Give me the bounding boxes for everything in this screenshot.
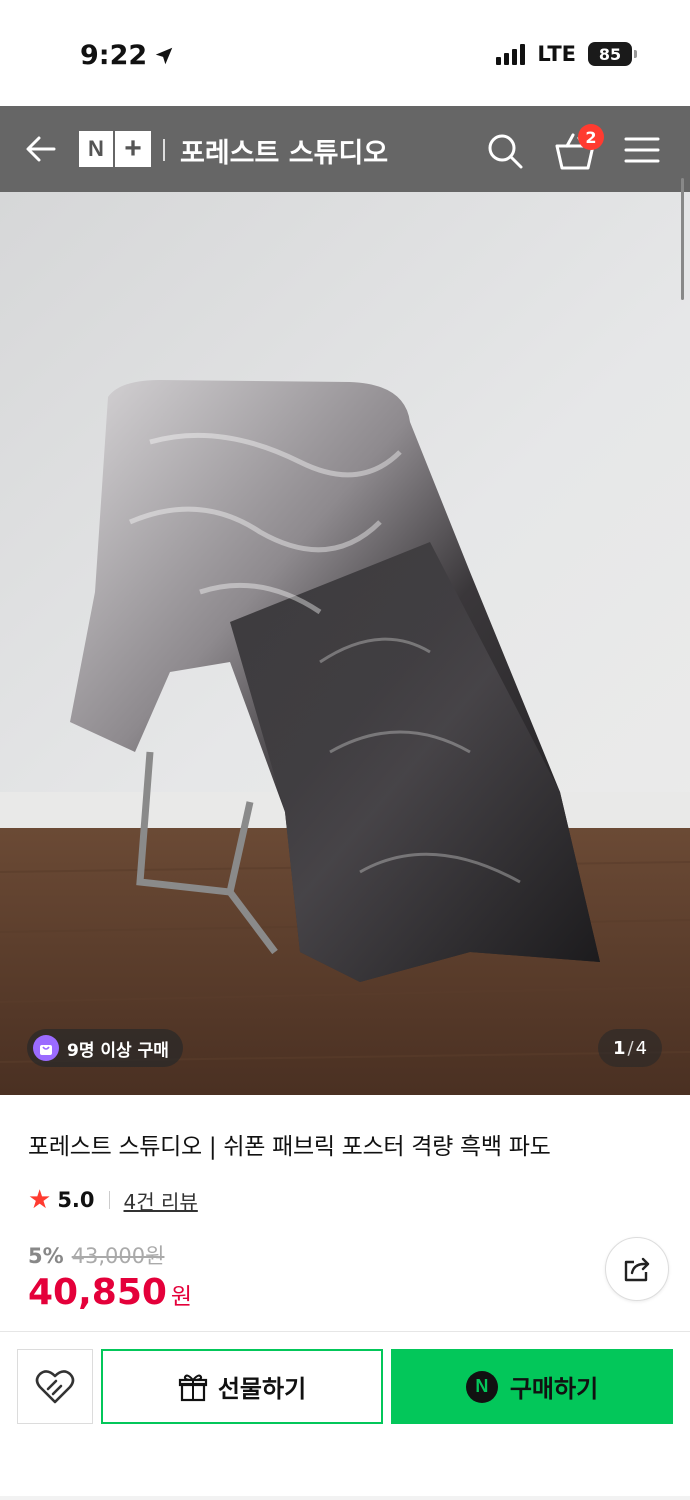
search-icon[interactable] [486,132,524,170]
price-row: 40,850 원 [28,1272,192,1313]
star-icon: ★ [28,1185,52,1215]
buy-button[interactable]: N 구매하기 [391,1349,673,1424]
rating-divider [108,1191,110,1209]
status-time: 9:22 [80,40,175,71]
discount-rate: 5% [28,1244,64,1268]
signal-icon [496,43,526,65]
store-name[interactable]: 포레스트 스튜디오 [180,131,388,170]
sale-price: 40,850 [28,1272,167,1313]
total-pages: 4 [635,1037,648,1059]
logo-n: N [79,131,113,167]
status-bar: 9:22 LTE 85 [0,0,690,106]
network-label: LTE [537,42,576,66]
home-indicator-area [0,1496,690,1500]
scrollbar[interactable] [681,178,684,300]
rating-row: ★ 5.0 4건 리뷰 [28,1185,198,1215]
product-image[interactable] [0,192,690,1095]
current-page: 1 [612,1037,626,1059]
gift-button[interactable]: 선물하기 [101,1349,383,1424]
header-divider [163,139,165,161]
discount-row: 5% 43,000원 [28,1240,164,1270]
heart-icon [35,1369,75,1403]
share-button[interactable] [605,1237,669,1301]
cart-count-badge: 2 [578,124,604,150]
bottom-divider [0,1331,690,1332]
logo-plus: + [115,131,151,167]
gift-button-label: 선물하기 [217,1375,307,1403]
image-page-indicator: 1/4 [598,1029,662,1067]
buyers-badge: 9명 이상 구매 [27,1029,183,1067]
gift-icon [178,1374,207,1401]
naver-plus-logo[interactable]: N + [79,131,151,167]
product-photo [0,192,690,1095]
price-unit: 원 [170,1284,193,1310]
product-title: 포레스트 스튜디오 | 쉬폰 패브릭 포스터 격량 흑백 파도 [28,1134,551,1160]
battery-level: 85 [598,44,622,64]
bag-icon [33,1035,59,1061]
wishlist-button[interactable] [17,1349,93,1424]
review-link[interactable]: 4건 리뷰 [124,1186,198,1215]
share-icon [624,1257,650,1282]
status-time-text: 9:22 [80,40,148,71]
buy-button-label: 구매하기 [509,1375,599,1403]
back-arrow-icon[interactable] [22,130,60,168]
status-indicators: LTE 85 [496,42,637,66]
location-arrow-icon [155,47,173,64]
buyers-badge-text: 9명 이상 구매 [67,1040,169,1061]
battery-icon: 85 [588,42,637,66]
rating-score: 5.0 [57,1188,95,1212]
npay-icon: N [465,1370,498,1403]
original-price: 43,000원 [71,1244,165,1268]
menu-icon[interactable] [624,134,660,166]
